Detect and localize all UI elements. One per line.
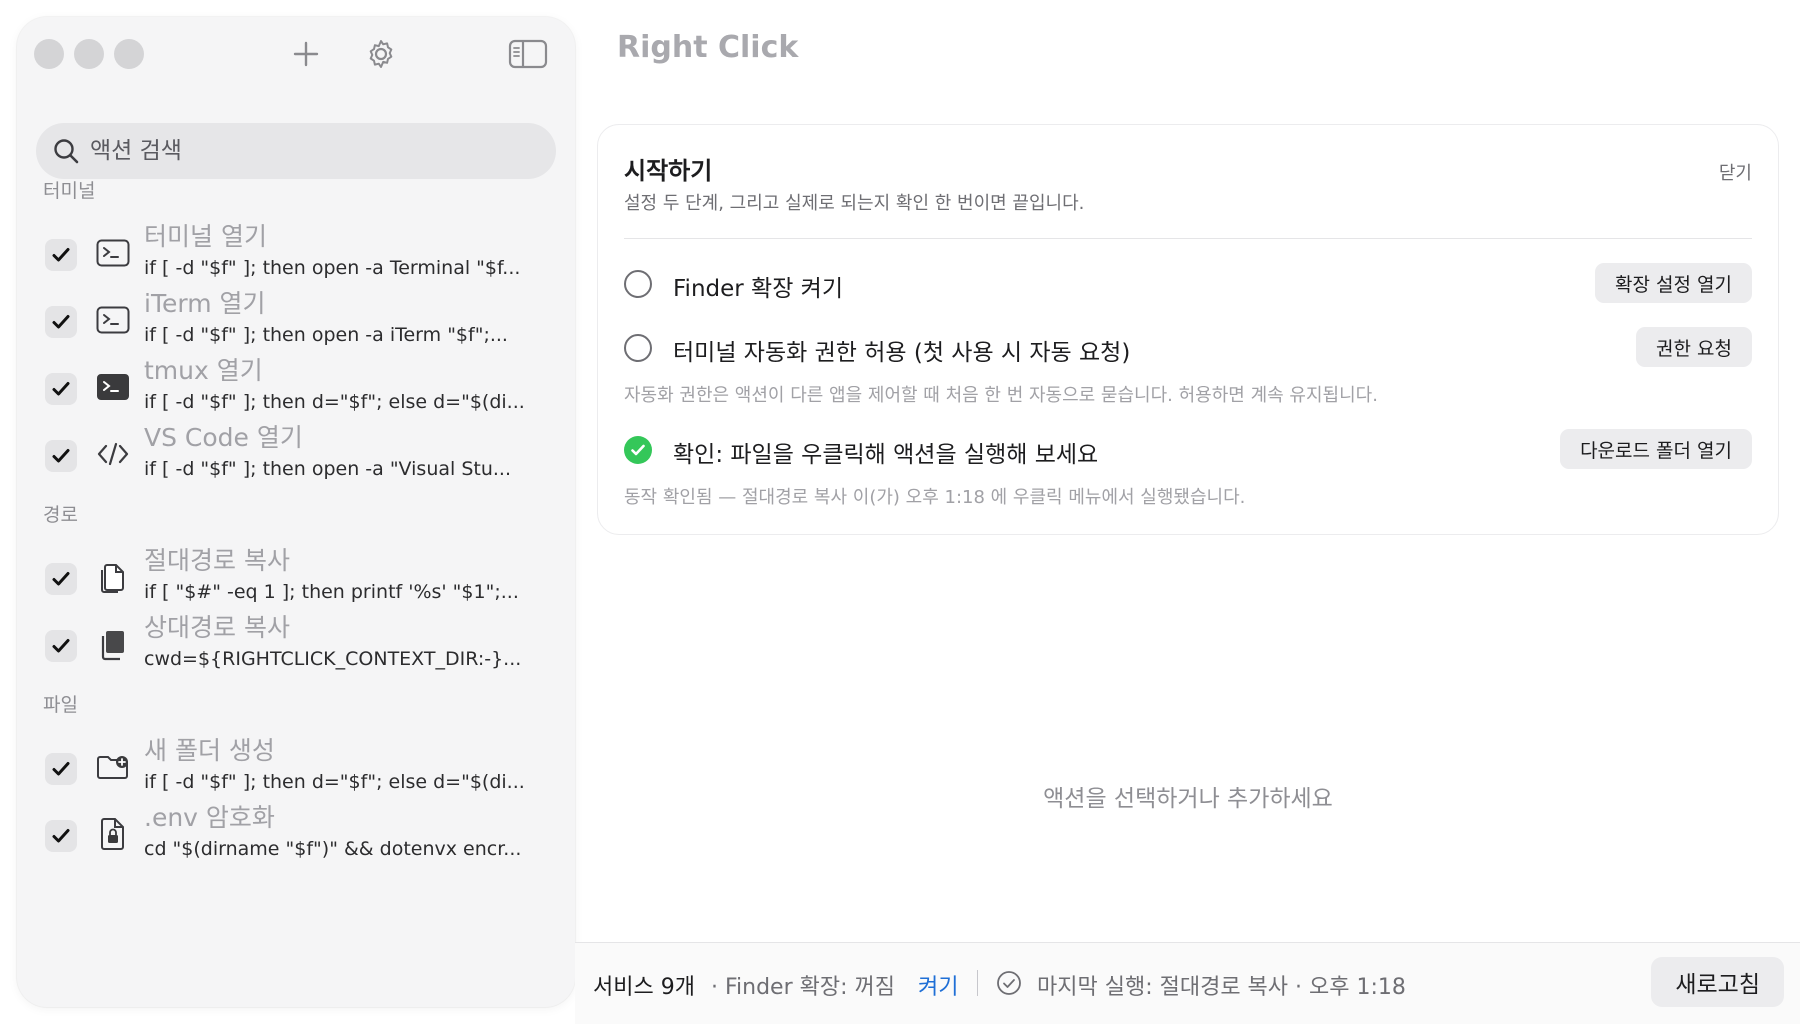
step-note: 자동화 권한은 액션이 다른 앱을 제어할 때 처음 한 번 자동으로 묻습니다… <box>624 385 1378 406</box>
code-icon <box>95 436 131 472</box>
step-note: 동작 확인됨 — 절대경로 복사 이(가) 오후 1:18 에 우클릭 메뉴에서… <box>624 487 1246 508</box>
divider <box>977 970 978 996</box>
action-name: VS Code 열기 <box>144 423 303 452</box>
enabled-checkbox[interactable] <box>45 820 77 852</box>
refresh-button[interactable]: 새로고침 <box>1651 957 1784 1007</box>
plus-icon <box>293 41 319 67</box>
action-item[interactable]: 터미널 열기 if [ -d "$f" ]; then open -a Term… <box>17 217 575 289</box>
step-label: Finder 확장 켜기 <box>673 276 843 302</box>
checkmark-icon <box>52 315 70 329</box>
action-command: if [ -d "$f" ]; then d="$f"; else d="$(d… <box>144 391 525 413</box>
empty-state-message: 액션을 선택하거나 추가하세요 <box>1043 786 1333 812</box>
add-action-button[interactable] <box>285 33 327 75</box>
action-item[interactable]: 새 폴더 생성 if [ -d "$f" ]; then d="$f"; els… <box>17 731 575 803</box>
sidebar: 터미널 터미널 열기 if [ -d "$f" ]; then open -a … <box>17 17 575 1007</box>
checkmark-icon <box>52 449 70 463</box>
step-label: 확인: 파일을 우클릭해 액션을 실행해 보세요 <box>673 442 1099 468</box>
copy-filled-icon <box>95 626 131 662</box>
terminal-filled-icon <box>95 369 131 405</box>
section-title-path: 경로 <box>43 504 78 526</box>
folder-add-icon <box>95 749 131 785</box>
card-subtitle: 설정 두 단계, 그리고 실제로 되는지 확인 한 번이면 끝입니다. <box>624 193 1085 214</box>
search-input[interactable] <box>90 138 530 164</box>
action-command: if [ -d "$f" ]; then d="$f"; else d="$(d… <box>144 771 525 793</box>
action-name: tmux 열기 <box>144 356 263 385</box>
window-close-button[interactable] <box>34 39 64 69</box>
service-count: 서비스 9개 <box>593 975 695 1000</box>
page-title: Right Click <box>617 30 799 65</box>
action-item[interactable]: VS Code 열기 if [ -d "$f" ]; then open -a … <box>17 418 575 490</box>
enabled-checkbox[interactable] <box>45 239 77 271</box>
gear-icon <box>369 40 393 68</box>
action-command: cd "$(dirname "$f")" && dotenvx encr... <box>144 838 522 860</box>
divider <box>624 238 1752 239</box>
enabled-checkbox[interactable] <box>45 630 77 662</box>
card-title: 시작하기 <box>624 157 713 185</box>
enabled-checkbox[interactable] <box>45 440 77 472</box>
action-command: if [ -d "$f" ]; then open -a iTerm "$f";… <box>144 324 508 346</box>
action-name: 터미널 열기 <box>144 222 267 251</box>
step-status-empty-icon <box>624 334 652 362</box>
search-icon <box>54 139 79 164</box>
check-circle-icon <box>624 436 652 464</box>
action-item[interactable]: .env 암호화 cd "$(dirname "$f")" && dotenvx… <box>17 798 575 870</box>
action-item[interactable]: 상대경로 복사 cwd=${RIGHTCLICK_CONTEXT_DIR:-}.… <box>17 608 575 680</box>
enabled-checkbox[interactable] <box>45 563 77 595</box>
step-finder-extension: Finder 확장 켜기 확장 설정 열기 <box>624 263 1752 305</box>
settings-button[interactable] <box>360 33 402 75</box>
check-circle-outline-icon <box>997 971 1021 995</box>
action-name: .env 암호화 <box>144 803 275 832</box>
getting-started-card: 시작하기 설정 두 단계, 그리고 실제로 되는지 확인 한 번이면 끝입니다.… <box>597 124 1779 535</box>
request-permission-button[interactable]: 권한 요청 <box>1636 327 1752 367</box>
checkmark-icon <box>52 762 70 776</box>
section-title-terminal: 터미널 <box>43 180 96 202</box>
action-item[interactable]: iTerm 열기 if [ -d "$f" ]; then open -a iT… <box>17 284 575 356</box>
status-bar: 서비스 9개 · Finder 확장: 꺼짐 켜기 마지막 실행: 절대경로 복… <box>575 942 1800 1024</box>
action-name: 새 폴더 생성 <box>144 736 275 765</box>
enabled-checkbox[interactable] <box>45 373 77 405</box>
action-item[interactable]: tmux 열기 if [ -d "$f" ]; then d="$f"; els… <box>17 351 575 423</box>
action-name: iTerm 열기 <box>144 289 266 318</box>
step-terminal-automation: 터미널 자동화 권한 허용 (첫 사용 시 자동 요청) 권한 요청 <box>624 327 1752 369</box>
checkmark-icon <box>52 572 70 586</box>
window-zoom-button[interactable] <box>114 39 144 69</box>
copy-document-icon <box>95 559 131 595</box>
terminal-icon <box>95 235 131 271</box>
enabled-checkbox[interactable] <box>45 306 77 338</box>
last-run-status: 마지막 실행: 절대경로 복사 · 오후 1:18 <box>1037 975 1406 1000</box>
action-command: if [ -d "$f" ]; then open -a "Visual Stu… <box>144 458 511 480</box>
action-name: 절대경로 복사 <box>144 546 290 575</box>
action-item[interactable]: 절대경로 복사 if [ "$#" -eq 1 ]; then printf '… <box>17 541 575 613</box>
search-bar[interactable] <box>36 123 556 179</box>
checkmark-icon <box>52 829 70 843</box>
action-name: 상대경로 복사 <box>144 613 290 642</box>
enabled-checkbox[interactable] <box>45 753 77 785</box>
checkmark-icon <box>52 382 70 396</box>
toggle-sidebar-button[interactable] <box>507 33 549 75</box>
sidebar-toggle-icon <box>508 39 548 69</box>
step-status-empty-icon <box>624 270 652 298</box>
action-command: if [ -d "$f" ]; then open -a Terminal "$… <box>144 257 521 279</box>
section-title-file: 파일 <box>43 694 78 716</box>
terminal-icon <box>95 302 131 338</box>
window-minimize-button[interactable] <box>74 39 104 69</box>
enable-extension-link[interactable]: 켜기 <box>918 969 958 1001</box>
finder-extension-status: · Finder 확장: 꺼짐 <box>711 975 895 1000</box>
lock-document-icon <box>95 816 131 852</box>
step-label: 터미널 자동화 권한 허용 (첫 사용 시 자동 요청) <box>673 340 1131 366</box>
open-extension-settings-button[interactable]: 확장 설정 열기 <box>1595 263 1752 303</box>
close-card-button[interactable]: 닫기 <box>1719 159 1752 185</box>
step-verify: 확인: 파일을 우클릭해 액션을 실행해 보세요 다운로드 폴더 열기 <box>624 429 1752 471</box>
checkmark-icon <box>52 248 70 262</box>
app-window: 터미널 터미널 열기 if [ -d "$f" ]; then open -a … <box>0 0 1800 1024</box>
action-command: if [ "$#" -eq 1 ]; then printf '%s' "$1"… <box>144 581 519 603</box>
checkmark-icon <box>52 639 70 653</box>
action-command: cwd=${RIGHTCLICK_CONTEXT_DIR:-}... <box>144 648 522 670</box>
open-downloads-button[interactable]: 다운로드 폴더 열기 <box>1560 429 1752 469</box>
